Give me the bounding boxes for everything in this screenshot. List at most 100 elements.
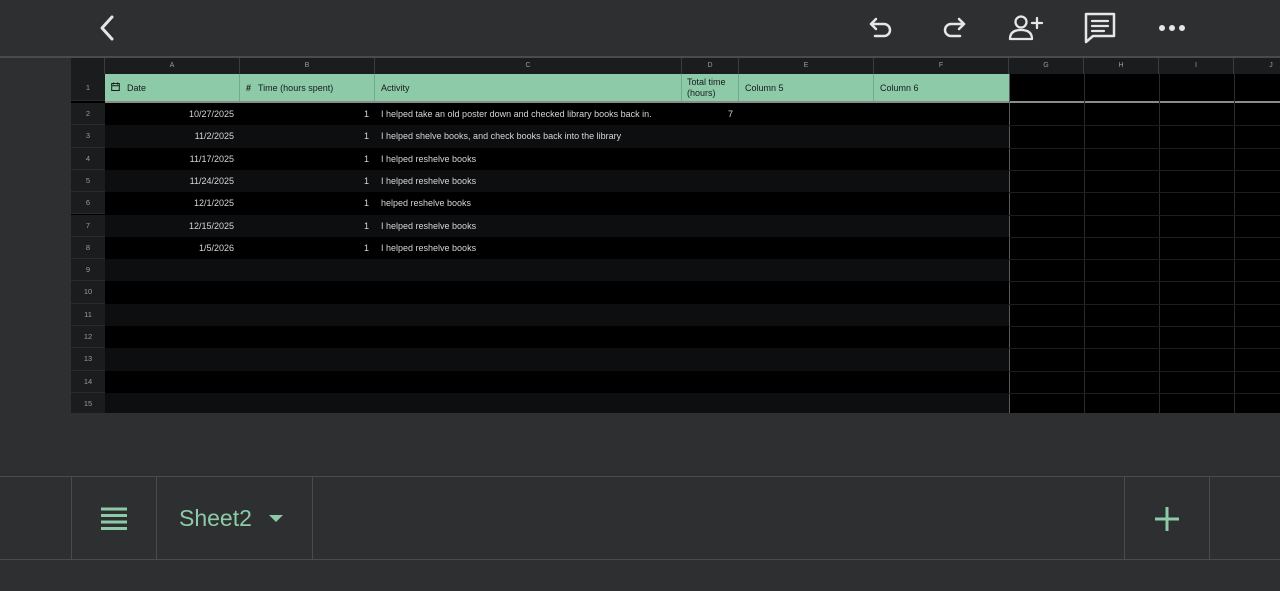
- cell-time[interactable]: 1: [240, 192, 375, 214]
- row-number[interactable]: 13: [71, 348, 105, 371]
- cell-time[interactable]: [240, 259, 375, 281]
- cell-total[interactable]: [682, 348, 739, 370]
- cell-column5[interactable]: [739, 371, 874, 393]
- cell-activity[interactable]: I helped reshelve books: [375, 170, 682, 192]
- cell-time[interactable]: 1: [240, 148, 375, 170]
- cell-activity[interactable]: [375, 348, 682, 370]
- back-icon[interactable]: [90, 10, 126, 46]
- column-header-j[interactable]: J: [1234, 58, 1280, 74]
- cell-column5[interactable]: [739, 304, 874, 326]
- cell-activity[interactable]: [375, 259, 682, 281]
- cell-activity[interactable]: I helped take an old poster down and che…: [375, 103, 682, 125]
- cell-column5[interactable]: [739, 393, 874, 413]
- cell-date[interactable]: [105, 393, 240, 413]
- cell-column5[interactable]: [739, 103, 874, 125]
- cell-time[interactable]: [240, 348, 375, 370]
- cell-total[interactable]: [682, 326, 739, 348]
- cell-activity[interactable]: [375, 371, 682, 393]
- row-number[interactable]: 11: [71, 303, 105, 326]
- spreadsheet-grid[interactable]: A B C D E F G H I J 1 Date # Time (hours…: [71, 58, 1280, 413]
- cell-date[interactable]: [105, 281, 240, 303]
- cell-date[interactable]: 11/2/2025: [105, 125, 240, 147]
- cell-column6[interactable]: [874, 237, 1009, 259]
- select-all-corner[interactable]: [71, 58, 105, 74]
- cell-date[interactable]: [105, 371, 240, 393]
- cell-date[interactable]: 12/1/2025: [105, 192, 240, 214]
- cell-column5[interactable]: [739, 192, 874, 214]
- cell-total[interactable]: [682, 215, 739, 237]
- cell-date[interactable]: 11/17/2025: [105, 148, 240, 170]
- header-cell-activity[interactable]: Activity: [375, 74, 682, 101]
- cell-activity[interactable]: I helped reshelve books: [375, 148, 682, 170]
- row-number[interactable]: 1: [71, 74, 105, 101]
- cell-time[interactable]: 1: [240, 103, 375, 125]
- cell-date[interactable]: [105, 304, 240, 326]
- row-number[interactable]: 5: [71, 169, 105, 193]
- column-header-g[interactable]: G: [1009, 58, 1084, 74]
- cell-time[interactable]: [240, 281, 375, 303]
- cell-time[interactable]: [240, 326, 375, 348]
- cell-column6[interactable]: [874, 192, 1009, 214]
- cell-time[interactable]: 1: [240, 215, 375, 237]
- cell-column6[interactable]: [874, 170, 1009, 192]
- row-number[interactable]: 4: [71, 147, 105, 170]
- comment-icon[interactable]: [1082, 10, 1118, 46]
- cell-column5[interactable]: [739, 348, 874, 370]
- cell-date[interactable]: [105, 326, 240, 348]
- cell-time[interactable]: [240, 371, 375, 393]
- cell-column6[interactable]: [874, 348, 1009, 370]
- empty-columns-area[interactable]: [1009, 74, 1280, 413]
- cell-column6[interactable]: [874, 281, 1009, 303]
- cell-total[interactable]: [682, 192, 739, 214]
- caret-down-icon[interactable]: [268, 515, 283, 522]
- row-number[interactable]: 3: [71, 125, 105, 148]
- cell-time[interactable]: [240, 393, 375, 413]
- cell-time[interactable]: 1: [240, 237, 375, 259]
- row-number[interactable]: 12: [71, 326, 105, 349]
- cell-total[interactable]: [682, 371, 739, 393]
- cell-column5[interactable]: [739, 281, 874, 303]
- cell-column5[interactable]: [739, 170, 874, 192]
- cell-total[interactable]: 7: [682, 103, 739, 125]
- row-number[interactable]: 14: [71, 370, 105, 393]
- sheet-tab[interactable]: Sheet2: [157, 477, 312, 560]
- cell-column6[interactable]: [874, 371, 1009, 393]
- cell-column5[interactable]: [739, 125, 874, 147]
- cell-activity[interactable]: I helped reshelve books: [375, 215, 682, 237]
- row-number[interactable]: 10: [71, 281, 105, 304]
- header-cell-column5[interactable]: Column 5: [739, 74, 874, 101]
- row-number[interactable]: 15: [71, 392, 105, 413]
- row-number[interactable]: 2: [71, 103, 105, 126]
- redo-icon[interactable]: [936, 10, 972, 46]
- cell-column6[interactable]: [874, 215, 1009, 237]
- column-header-a[interactable]: A: [105, 58, 240, 74]
- cell-time[interactable]: [240, 304, 375, 326]
- cell-total[interactable]: [682, 281, 739, 303]
- row-number[interactable]: 9: [71, 259, 105, 282]
- cell-date[interactable]: [105, 259, 240, 281]
- cell-date[interactable]: 11/24/2025: [105, 170, 240, 192]
- column-header-c[interactable]: C: [375, 58, 682, 74]
- cell-total[interactable]: [682, 125, 739, 147]
- cell-column5[interactable]: [739, 326, 874, 348]
- cell-column6[interactable]: [874, 259, 1009, 281]
- column-header-h[interactable]: H: [1084, 58, 1159, 74]
- cell-total[interactable]: [682, 304, 739, 326]
- cell-activity[interactable]: I helped shelve books, and check books b…: [375, 125, 682, 147]
- cell-time[interactable]: 1: [240, 170, 375, 192]
- cell-date[interactable]: 12/15/2025: [105, 215, 240, 237]
- cell-activity[interactable]: [375, 281, 682, 303]
- cell-column6[interactable]: [874, 393, 1009, 413]
- row-number[interactable]: 8: [71, 236, 105, 260]
- cell-column5[interactable]: [739, 237, 874, 259]
- cell-column6[interactable]: [874, 304, 1009, 326]
- cell-activity[interactable]: helped reshelve books: [375, 192, 682, 214]
- header-cell-date[interactable]: Date: [105, 74, 240, 101]
- share-icon[interactable]: [1008, 10, 1044, 46]
- header-cell-total[interactable]: Total time (hours): [682, 74, 739, 101]
- cell-column5[interactable]: [739, 215, 874, 237]
- cell-time[interactable]: 1: [240, 125, 375, 147]
- cell-column5[interactable]: [739, 259, 874, 281]
- cell-column6[interactable]: [874, 326, 1009, 348]
- cell-date[interactable]: [105, 348, 240, 370]
